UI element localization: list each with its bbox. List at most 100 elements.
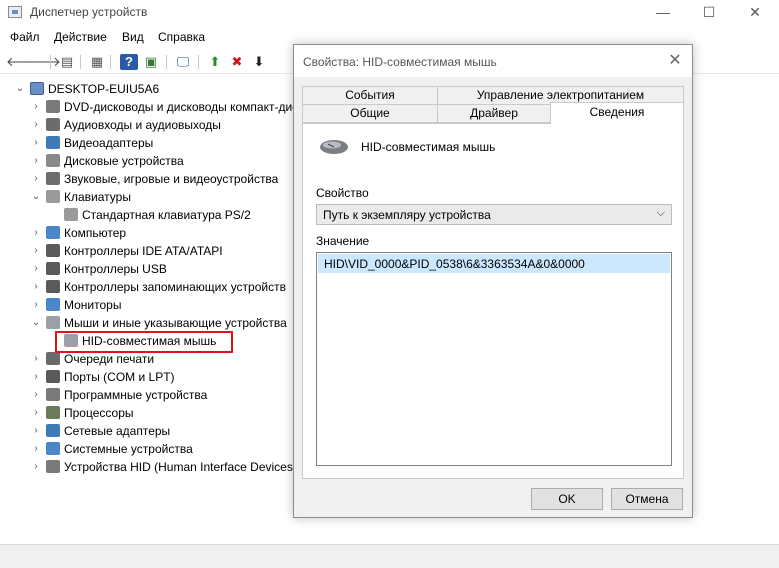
details-panel: HID-совместимая мышь Свойство Путь к экз…: [302, 123, 684, 479]
tree-item-label: Компьютер: [64, 226, 127, 240]
back-icon[interactable]: 🡐: [6, 54, 41, 70]
tree-item-label: Контроллеры запоминающих устройств: [64, 280, 286, 294]
dialog-close-icon[interactable]: ✕: [664, 51, 686, 73]
usb-icon: [46, 262, 60, 275]
tree-item-label: Стандартная клавиатура PS/2: [82, 208, 251, 222]
chevron-right-icon[interactable]: ›: [30, 278, 42, 296]
tree-item-label: Процессоры: [64, 406, 134, 420]
chevron-right-icon[interactable]: ›: [30, 134, 42, 152]
tab-general[interactable]: Общие: [302, 104, 438, 123]
tree-item-label: Порты (COM и LPT): [64, 370, 175, 384]
tab-details[interactable]: Сведения: [550, 102, 684, 124]
tree-item-label: Мыши и иные указывающие устройства: [64, 316, 287, 330]
monitor-icon[interactable]: 🖵: [174, 54, 192, 70]
close-button[interactable]: ✕: [732, 0, 778, 26]
tree-item-label: Дисковые устройства: [64, 154, 184, 168]
keyboard-icon: [46, 190, 60, 203]
chevron-right-icon[interactable]: ›: [30, 224, 42, 242]
printer-icon: [46, 352, 60, 365]
chevron-right-icon[interactable]: ›: [30, 170, 42, 188]
minimize-button[interactable]: —: [640, 0, 686, 26]
menu-action[interactable]: Действие: [54, 30, 107, 44]
speaker-icon: [46, 172, 60, 185]
chevron-right-icon[interactable]: ›: [30, 350, 42, 368]
chevron-right-icon[interactable]: ›: [30, 440, 42, 458]
device-manager-window: Диспетчер устройств — ☐ ✕ Файл Действие …: [0, 0, 779, 568]
highlight-box: [55, 331, 233, 353]
ok-button[interactable]: OK: [531, 488, 603, 510]
chevron-right-icon[interactable]: ›: [30, 260, 42, 278]
tree-item-label: Программные устройства: [64, 388, 208, 402]
update-driver-icon[interactable]: ⬆: [206, 54, 224, 70]
tree-item-label: Контроллеры IDE ATA/ATAPI: [64, 244, 223, 258]
tree-item-label: Мониторы: [64, 298, 122, 312]
scan-hardware-icon[interactable]: ▣: [142, 54, 160, 70]
ide-controller-icon: [46, 244, 60, 257]
menu-help[interactable]: Справка: [158, 30, 205, 44]
device-manager-icon: [8, 6, 22, 18]
chevron-right-icon[interactable]: ›: [30, 296, 42, 314]
tree-item-label: Контроллеры USB: [64, 262, 167, 276]
chevron-right-icon[interactable]: ›: [30, 368, 42, 386]
tree-item-label: Звуковые, игровые и видеоустройства: [64, 172, 279, 186]
tree-item-label: Сетевые адаптеры: [64, 424, 171, 438]
tree-item-label: DVD-дисководы и дисководы компакт-дисков: [64, 100, 300, 114]
mouse-icon: [320, 140, 348, 154]
chevron-right-icon[interactable]: ›: [30, 152, 42, 170]
system-device-icon: [46, 442, 60, 455]
chevron-down-icon[interactable]: ⌄: [30, 188, 42, 206]
monitor-icon: [46, 298, 60, 311]
tree-item-label: Клавиатуры: [64, 190, 131, 204]
display-adapter-icon: [46, 136, 60, 149]
property-label: Свойство: [316, 186, 369, 200]
cancel-button[interactable]: Отмена: [611, 488, 683, 510]
forward-icon[interactable]: 🡒: [26, 54, 61, 70]
chevron-right-icon[interactable]: ›: [30, 98, 42, 116]
device-tree[interactable]: ⌄ DESKTOP-EUIU5A6 › DVD-дисководы и диско…: [0, 78, 300, 540]
disable-device-icon[interactable]: ✖: [228, 54, 246, 70]
dialog-title: Свойства: HID-совместимая мышь: [303, 55, 497, 69]
value-label: Значение: [316, 234, 370, 248]
status-bar: [0, 544, 779, 568]
tab-events[interactable]: События: [302, 86, 438, 105]
window-title: Диспетчер устройств: [30, 5, 148, 19]
computer-icon: [30, 82, 44, 95]
chevron-right-icon[interactable]: ›: [30, 116, 42, 134]
chevron-down-icon[interactable]: ⌄: [30, 314, 42, 332]
properties-icon[interactable]: ▤: [58, 54, 76, 70]
tab-driver[interactable]: Драйвер: [437, 104, 551, 123]
list-item[interactable]: HID\VID_0000&PID_0538\6&3363534A&0&0000: [318, 254, 670, 273]
keyboard-icon: [64, 208, 78, 221]
uninstall-device-icon[interactable]: ⬇: [250, 54, 268, 70]
computer-icon: [46, 226, 60, 239]
storage-controller-icon: [46, 280, 60, 293]
property-select[interactable]: Путь к экземпляру устройства ⌵: [316, 204, 672, 225]
software-device-icon: [46, 388, 60, 401]
chevron-right-icon[interactable]: ›: [30, 242, 42, 260]
tree-item-label: Аудиовходы и аудиовыходы: [64, 118, 221, 132]
title-bar: Диспетчер устройств — ☐ ✕: [0, 0, 779, 26]
help-icon[interactable]: ?: [120, 54, 138, 70]
dialog-title-bar: Свойства: HID-совместимая мышь ✕: [294, 45, 692, 77]
device-name: HID-совместимая мышь: [361, 140, 496, 154]
tree-item-label: Системные устройства: [64, 442, 193, 456]
menu-file[interactable]: Файл: [10, 30, 40, 44]
chevron-right-icon[interactable]: ›: [30, 458, 42, 476]
audio-icon: [46, 118, 60, 131]
chevron-right-icon[interactable]: ›: [30, 386, 42, 404]
properties-dialog: Свойства: HID-совместимая мышь ✕ События…: [293, 44, 693, 518]
chevron-right-icon[interactable]: ›: [30, 404, 42, 422]
chevron-right-icon[interactable]: ›: [30, 422, 42, 440]
disk-drive-icon: [46, 154, 60, 167]
port-icon: [46, 370, 60, 383]
mouse-icon: [46, 316, 60, 329]
chevron-down-icon[interactable]: ⌄: [14, 80, 26, 98]
chevron-down-icon: ⌵: [656, 207, 665, 219]
tree-item-label: Устройства HID (Human Interface Devices): [64, 460, 297, 474]
processor-icon: [46, 406, 60, 419]
maximize-button[interactable]: ☐: [686, 0, 732, 26]
view-icon[interactable]: ▦: [88, 54, 106, 70]
menu-view[interactable]: Вид: [122, 30, 144, 44]
value-listbox[interactable]: HID\VID_0000&PID_0538\6&3363534A&0&0000: [316, 252, 672, 466]
dvd-drive-icon: [46, 100, 60, 113]
